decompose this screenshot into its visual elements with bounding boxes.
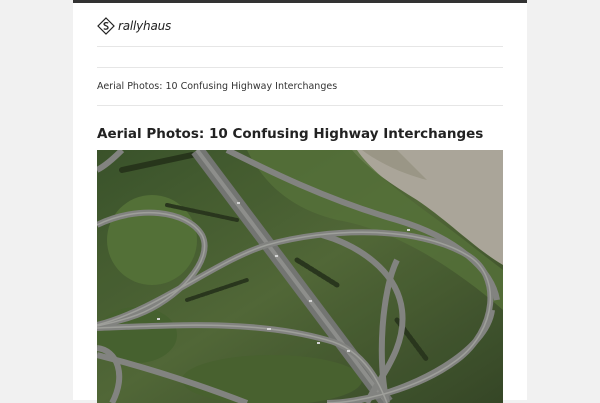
brand-name: rallyhaus [118,19,172,33]
article-title: Aerial Photos: 10 Confusing Highway Inte… [97,126,484,142]
highway-aerial-photo [97,150,503,403]
breadcrumb-bottom-divider [97,105,503,106]
site-logo-link[interactable]: rallyhaus [97,17,171,35]
article-image[interactable] [97,150,503,403]
header-divider [97,46,503,47]
breadcrumb: Aerial Photos: 10 Confusing Highway Inte… [97,81,337,92]
breadcrumb-current: Aerial Photos: 10 Confusing Highway Inte… [97,81,338,92]
diamond-s-logo-icon [97,17,115,35]
breadcrumb-top-divider [97,67,503,68]
page-container: rallyhaus Aerial Photos: 10 Confusing Hi… [73,0,527,403]
